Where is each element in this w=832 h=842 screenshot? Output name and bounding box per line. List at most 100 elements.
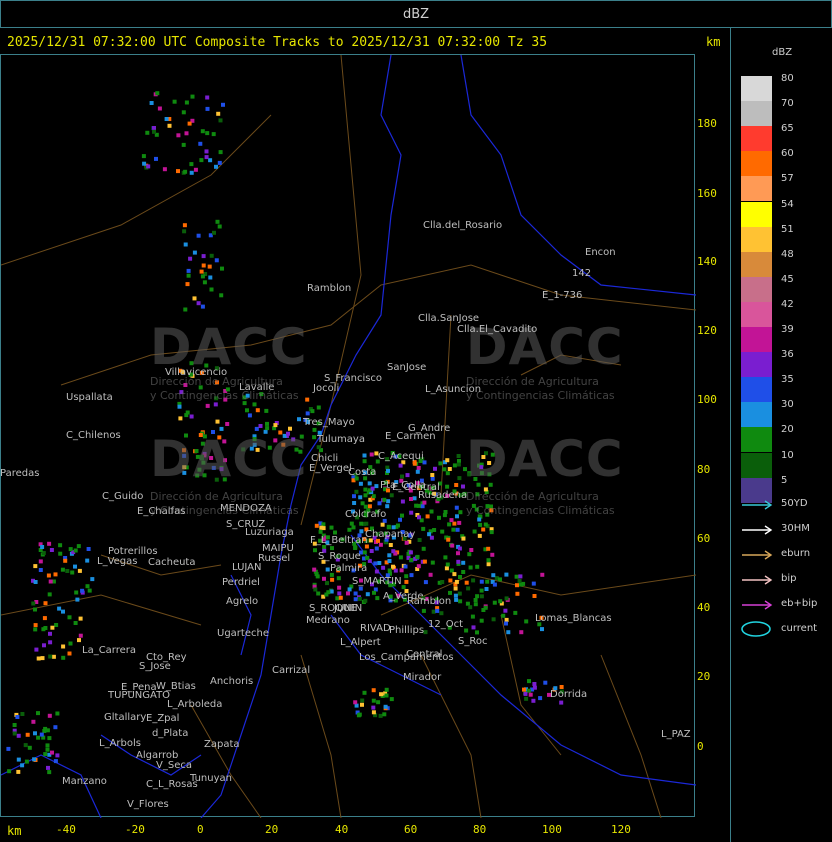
legend-swatch xyxy=(741,301,772,327)
radar-echo-pixel xyxy=(443,555,448,560)
radar-echo-pixel xyxy=(245,408,249,413)
radar-echo-pixel xyxy=(58,551,63,556)
radar-echo-pixel xyxy=(314,523,319,528)
radar-echo-pixel xyxy=(338,595,343,600)
radar-echo-pixel xyxy=(491,617,496,622)
radar-echo-pixel xyxy=(58,543,63,548)
radar-echo-pixel xyxy=(444,566,449,571)
radar-echo-pixel xyxy=(142,161,147,166)
radar-echo-pixel xyxy=(454,597,459,602)
radar-echo-pixel xyxy=(85,558,90,563)
radar-echo-pixel xyxy=(31,601,36,606)
legend-level-label: 80 xyxy=(781,73,794,84)
legend-level-label: 60 xyxy=(781,148,794,160)
radar-echo-pixel xyxy=(478,522,483,527)
radar-echo-pixel xyxy=(214,258,219,263)
radar-echo-pixel xyxy=(442,467,447,472)
radar-echo-pixel xyxy=(382,712,387,717)
radar-echo-pixel xyxy=(400,474,404,479)
legend-swatch xyxy=(741,76,772,101)
radar-echo-pixel xyxy=(258,424,263,428)
radar-echo-pixel xyxy=(486,562,491,567)
place-name-label: E_Zpal xyxy=(146,713,180,724)
radar-echo-pixel xyxy=(464,580,469,585)
radar-echo-pixel xyxy=(215,419,220,424)
place-name-label: C_Guido xyxy=(102,491,144,502)
radar-echo-pixel xyxy=(431,609,436,614)
radar-echo-pixel xyxy=(53,759,58,764)
legend-level-label: 65 xyxy=(781,123,794,135)
radar-echo-pixel xyxy=(369,549,374,553)
legend-title: dBZ xyxy=(772,47,793,58)
radar-echo-pixel xyxy=(16,769,21,774)
place-name-label: Clla.SanJose xyxy=(418,313,480,324)
radar-echo-pixel xyxy=(213,402,218,407)
radar-echo-pixel xyxy=(506,630,511,635)
radar-echo-pixel xyxy=(432,528,437,532)
x-tick-label: 0 xyxy=(197,823,204,836)
place-name-label: 142 xyxy=(572,268,592,279)
radar-echo-pixel xyxy=(208,158,213,163)
place-name-label: L_Asuncion xyxy=(425,384,482,395)
radar-echo-pixel xyxy=(80,588,85,593)
radar-echo-pixel xyxy=(362,550,367,555)
place-name-label: E_Carmen xyxy=(385,431,436,442)
radar-echo-pixel xyxy=(362,453,367,458)
radar-echo-pixel xyxy=(532,594,537,598)
radar-echo-pixel xyxy=(517,578,522,583)
radar-echo-pixel xyxy=(398,517,402,522)
radar-echo-pixel xyxy=(391,549,396,554)
radar-echo-pixel xyxy=(528,692,533,697)
radar-echo-pixel xyxy=(146,164,151,169)
radar-echo-pixel xyxy=(357,712,362,717)
place-name-label: Villavicencio xyxy=(165,367,228,378)
radar-echo-pixel xyxy=(373,561,378,566)
place-name-label: E_Vergel xyxy=(309,463,352,474)
place-name-label: RIVAD xyxy=(360,623,391,634)
radar-echo-pixel xyxy=(456,454,461,458)
place-name-label: V_Flores xyxy=(127,799,169,810)
radar-echo-pixel xyxy=(186,273,191,278)
radar-echo-pixel xyxy=(438,461,443,466)
radar-echo-pixel xyxy=(73,621,78,625)
place-name-label: Dorrida xyxy=(550,689,588,700)
radar-echo-pixel xyxy=(47,736,52,741)
radar-echo-pixel xyxy=(176,169,180,174)
radar-echo-pixel xyxy=(479,618,484,623)
radar-echo-pixel xyxy=(48,631,52,636)
legend-level-label: 57 xyxy=(781,173,794,185)
place-name-label: C_L_Rosas xyxy=(146,779,198,790)
radar-echo-pixel xyxy=(358,586,363,591)
track-arrow-icon xyxy=(740,497,776,511)
x-tick-label: 60 xyxy=(404,823,418,836)
radar-echo-pixel xyxy=(485,579,490,584)
radar-echo-pixel xyxy=(398,463,403,468)
radar-echo-pixel xyxy=(145,130,150,135)
place-name-label: S_Roc xyxy=(458,636,488,647)
road-line xyxy=(500,614,562,756)
radar-echo-pixel xyxy=(435,608,440,613)
radar-echo-pixel xyxy=(41,627,46,632)
radar-echo-pixel xyxy=(409,510,414,515)
radar-echo-pixel xyxy=(252,402,257,407)
radar-echo-pixel xyxy=(212,230,216,235)
radar-echo-pixel xyxy=(455,514,459,519)
radar-echo-pixel xyxy=(456,462,461,467)
radar-echo-pixel xyxy=(486,546,491,551)
radar-echo-pixel xyxy=(198,141,203,146)
radar-echo-pixel xyxy=(404,579,409,584)
radar-echo-pixel xyxy=(353,700,358,705)
radar-echo-pixel xyxy=(457,476,462,481)
track-arrow-icon xyxy=(740,522,776,536)
radar-echo-pixel xyxy=(51,654,56,659)
radar-echo-pixel xyxy=(45,747,50,752)
radar-echo-pixel xyxy=(42,643,46,648)
radar-echo-pixel xyxy=(384,693,389,698)
legend-level-label: 20 xyxy=(781,424,794,436)
legend-level-label: 39 xyxy=(781,324,794,335)
radar-echo-pixel xyxy=(461,536,466,541)
radar-echo-pixel xyxy=(154,156,158,161)
radar-echo-pixel xyxy=(85,584,90,589)
radar-echo-pixel xyxy=(461,484,465,489)
radar-echo-pixel xyxy=(422,559,427,564)
